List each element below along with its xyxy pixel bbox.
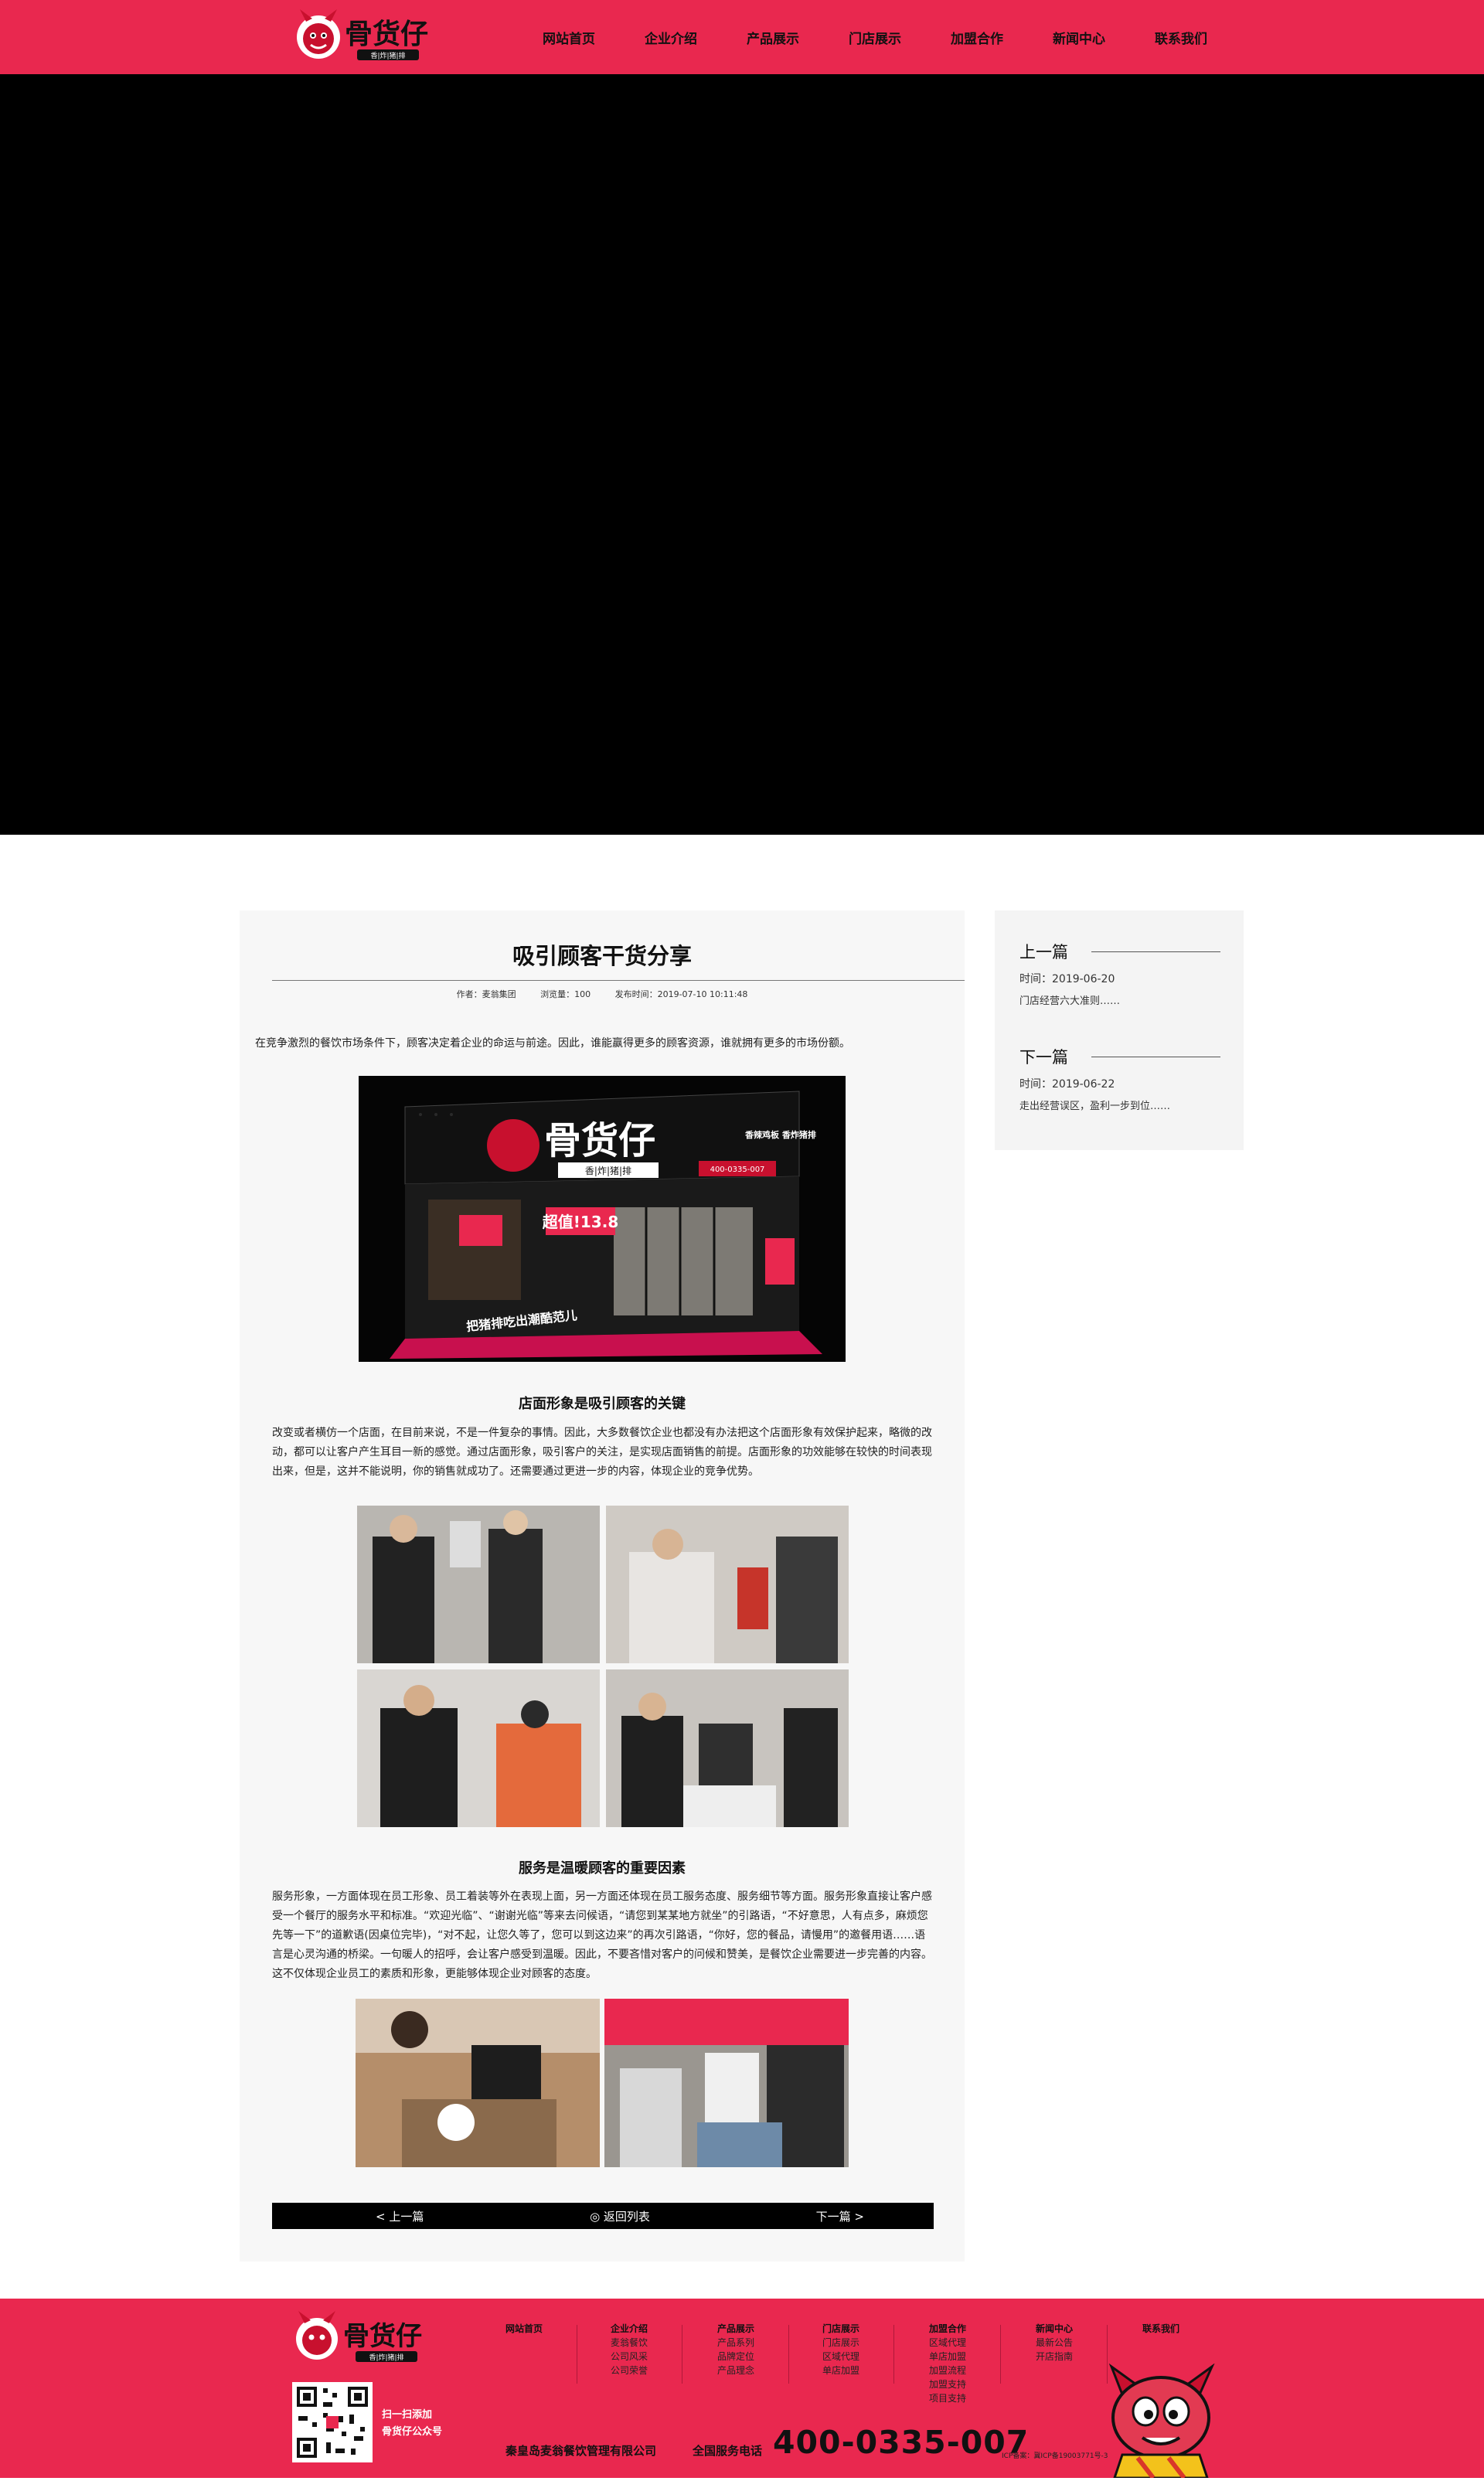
footer-link[interactable]: 区域代理 <box>822 2350 907 2364</box>
footer-col-heading[interactable]: 新闻中心 <box>1036 2322 1121 2336</box>
footer-link[interactable]: 单店加盟 <box>822 2364 907 2377</box>
footer-col-products: 产品展示 产品系列 品牌定位 产品理念 <box>717 2322 802 2377</box>
sidebar-next-title: 下一篇 <box>1019 1048 1068 1067</box>
sidebar-next-heading: 下一篇 <box>1019 1045 1220 1068</box>
store-sign-tagline: 香|炸|猪|排 <box>585 1166 631 1176</box>
footer-logo-tagline: 香|炸|猪|排 <box>369 2353 403 2362</box>
article-title: 吸引顾客干货分享 <box>512 943 692 969</box>
site-header: 骨货仔 香|炸|猪|排 网站首页 企业介绍 产品展示 门店展示 加盟合作 新闻中… <box>0 0 1484 74</box>
site-footer: 骨货仔 香|炸|猪|排 扫一扫添加 骨货仔公众号 网站首页 企业介绍 麦翁餐饮 … <box>0 2299 1484 2479</box>
nav-home[interactable]: 网站首页 <box>518 28 620 47</box>
service-photo-2 <box>604 1999 849 2167</box>
sidebar-prev-date: 时间：2019-06-20 <box>1019 973 1115 985</box>
footer-col-stores: 门店展示 门店展示 区域代理 单店加盟 <box>822 2322 907 2377</box>
footer-col-heading[interactable]: 联系我们 <box>1142 2322 1227 2336</box>
company-name: 秦皇岛麦翁餐饮管理有限公司 <box>505 2444 657 2458</box>
footer-link[interactable]: 项目支持 <box>929 2391 1014 2405</box>
staff-photo-1 <box>357 1506 600 1663</box>
footer-col-franchise: 加盟合作 区域代理 单店加盟 加盟流程 加盟支持 项目支持 <box>929 2322 1014 2405</box>
nav-products[interactable]: 产品展示 <box>722 28 824 47</box>
pager-next-button[interactable]: 下一篇 > <box>816 2208 864 2224</box>
staff-photo-3 <box>357 1669 600 1827</box>
footer-divider <box>788 2325 789 2384</box>
logo-wordmark: 骨货仔 <box>345 19 428 50</box>
qr-caption: 扫一扫添加 骨货仔公众号 <box>382 2407 442 2441</box>
footer-col-heading[interactable]: 产品展示 <box>717 2322 802 2336</box>
main-nav: 网站首页 企业介绍 产品展示 门店展示 加盟合作 新闻中心 联系我们 <box>518 0 1232 74</box>
nav-stores[interactable]: 门店展示 <box>824 28 926 47</box>
nav-franchise[interactable]: 加盟合作 <box>926 28 1028 47</box>
qr-caption-line2: 骨货仔公众号 <box>382 2426 443 2438</box>
service-photo-1 <box>356 1999 600 2167</box>
sidebar-next-block: 下一篇 时间：2019-06-22 走出经营误区，盈利一步到位…… <box>1019 1045 1220 1112</box>
footer-link[interactable]: 加盟支持 <box>929 2377 1014 2391</box>
hotline-number: 400-0335-007 <box>773 2424 1030 2461</box>
section-body-service: 服务形象，一方面体现在员工形象、员工着装等外在表现上面，另一方面还体现在员工服务… <box>272 1891 932 1980</box>
article-intro: 在竞争激烈的餐饮市场条件下，顾客决定着企业的命运与前途。因此，谁能赢得更多的顾客… <box>255 1037 850 1050</box>
footer-col-heading[interactable]: 网站首页 <box>505 2322 591 2336</box>
footer-divider <box>1000 2325 1001 2384</box>
sidebar-next-link[interactable]: 走出经营误区，盈利一步到位…… <box>1019 1098 1220 1112</box>
staff-photo-2 <box>606 1506 849 1663</box>
footer-link[interactable]: 公司风采 <box>611 2350 696 2364</box>
qr-caption-line1: 扫一扫添加 <box>382 2409 433 2421</box>
footer-col-heading[interactable]: 加盟合作 <box>929 2322 1014 2336</box>
title-divider <box>272 980 965 981</box>
footer-link[interactable]: 品牌定位 <box>717 2350 802 2364</box>
sidebar-prev-heading: 上一篇 <box>1019 940 1220 963</box>
footer-link[interactable]: 加盟流程 <box>929 2364 1014 2377</box>
hero-banner <box>0 74 1484 835</box>
footer-link[interactable]: 产品理念 <box>717 2364 802 2377</box>
footer-link[interactable]: 区域代理 <box>929 2336 1014 2350</box>
store-phone: 400-0335-007 <box>710 1166 765 1174</box>
footer-col-home: 网站首页 <box>505 2322 591 2336</box>
footer-link[interactable]: 公司荣誉 <box>611 2364 696 2377</box>
footer-col-heading[interactable]: 门店展示 <box>822 2322 907 2336</box>
section-body-storefront: 改变或者横仿一个店面，在目前来说，不是一件复杂的事情。因此，大多数餐饮企业也都没… <box>272 1427 932 1478</box>
nav-news[interactable]: 新闻中心 <box>1028 28 1130 47</box>
store-promo: 超值!13.8 <box>542 1213 618 1231</box>
store-slogan-right: 香辣鸡板 香炸猪排 <box>744 1129 816 1140</box>
hotline-label: 全国服务电话 <box>693 2444 763 2458</box>
sidebar-prev-block: 上一篇 时间：2019-06-20 门店经营六大准则…… <box>1019 940 1220 1007</box>
pager-back-to-list-button[interactable]: ◎ 返回列表 <box>590 2208 650 2224</box>
article-date: 发布时间：2019-07-10 10:11:48 <box>614 989 748 999</box>
footer-link[interactable]: 麦翁餐饮 <box>611 2336 696 2350</box>
storefront-photo: 骨货仔 香|炸|猪|排 香辣鸡板 香炸猪排 400-0335-007 超值!13… <box>359 1076 846 1362</box>
footer-col-heading[interactable]: 企业介绍 <box>611 2322 696 2336</box>
nav-about[interactable]: 企业介绍 <box>620 28 722 47</box>
footer-link[interactable]: 开店指南 <box>1036 2350 1121 2364</box>
store-sign-text: 骨货仔 <box>544 1119 655 1162</box>
footer-col-news: 新闻中心 最新公告 开店指南 <box>1036 2322 1121 2364</box>
article-meta: 作者：麦翁集团 浏览量：100 发布时间：2019-07-10 10:11:48 <box>240 988 965 1000</box>
brand-logo[interactable]: 骨货仔 香|炸|猪|排 <box>292 5 447 66</box>
staff-photo-4 <box>606 1669 849 1827</box>
footer-divider <box>893 2325 894 2384</box>
footer-link[interactable]: 最新公告 <box>1036 2336 1121 2350</box>
article-pager: < 上一篇 ◎ 返回列表 下一篇 > <box>272 2203 934 2229</box>
footer-link[interactable]: 门店展示 <box>822 2336 907 2350</box>
section-title-service: 服务是温暖顾客的重要因素 <box>519 1860 686 1877</box>
footer-link[interactable]: 单店加盟 <box>929 2350 1014 2364</box>
section-title-storefront: 店面形象是吸引顾客的关键 <box>519 1396 686 1412</box>
article-views: 浏览量：100 <box>540 989 591 999</box>
article-author: 作者：麦翁集团 <box>456 989 516 999</box>
nav-contact[interactable]: 联系我们 <box>1130 28 1232 47</box>
footer-logo-wordmark: 骨货仔 <box>343 2321 422 2352</box>
footer-col-contact: 联系我们 <box>1142 2322 1227 2336</box>
sidebar-prev-title: 上一篇 <box>1019 943 1068 961</box>
sidebar-divider <box>1091 951 1220 952</box>
sidebar-prev-link[interactable]: 门店经营六大准则…… <box>1019 992 1220 1007</box>
mascot-illustration <box>1091 2363 1238 2479</box>
adjacent-articles-sidebar: 上一篇 时间：2019-06-20 门店经营六大准则…… 下一篇 时间：2019… <box>995 910 1244 1150</box>
footer-link[interactable]: 产品系列 <box>717 2336 802 2350</box>
logo-tagline: 香|炸|猪|排 <box>370 51 405 60</box>
wechat-qr-code <box>292 2382 373 2462</box>
article-panel: 吸引顾客干货分享 作者：麦翁集团 浏览量：100 发布时间：2019-07-10… <box>240 910 965 2261</box>
pager-prev-button[interactable]: < 上一篇 <box>376 2208 424 2224</box>
footer-col-about: 企业介绍 麦翁餐饮 公司风采 公司荣誉 <box>611 2322 696 2377</box>
sidebar-next-date: 时间：2019-06-22 <box>1019 1078 1115 1091</box>
footer-logo[interactable]: 骨货仔 香|炸|猪|排 <box>291 2308 445 2367</box>
